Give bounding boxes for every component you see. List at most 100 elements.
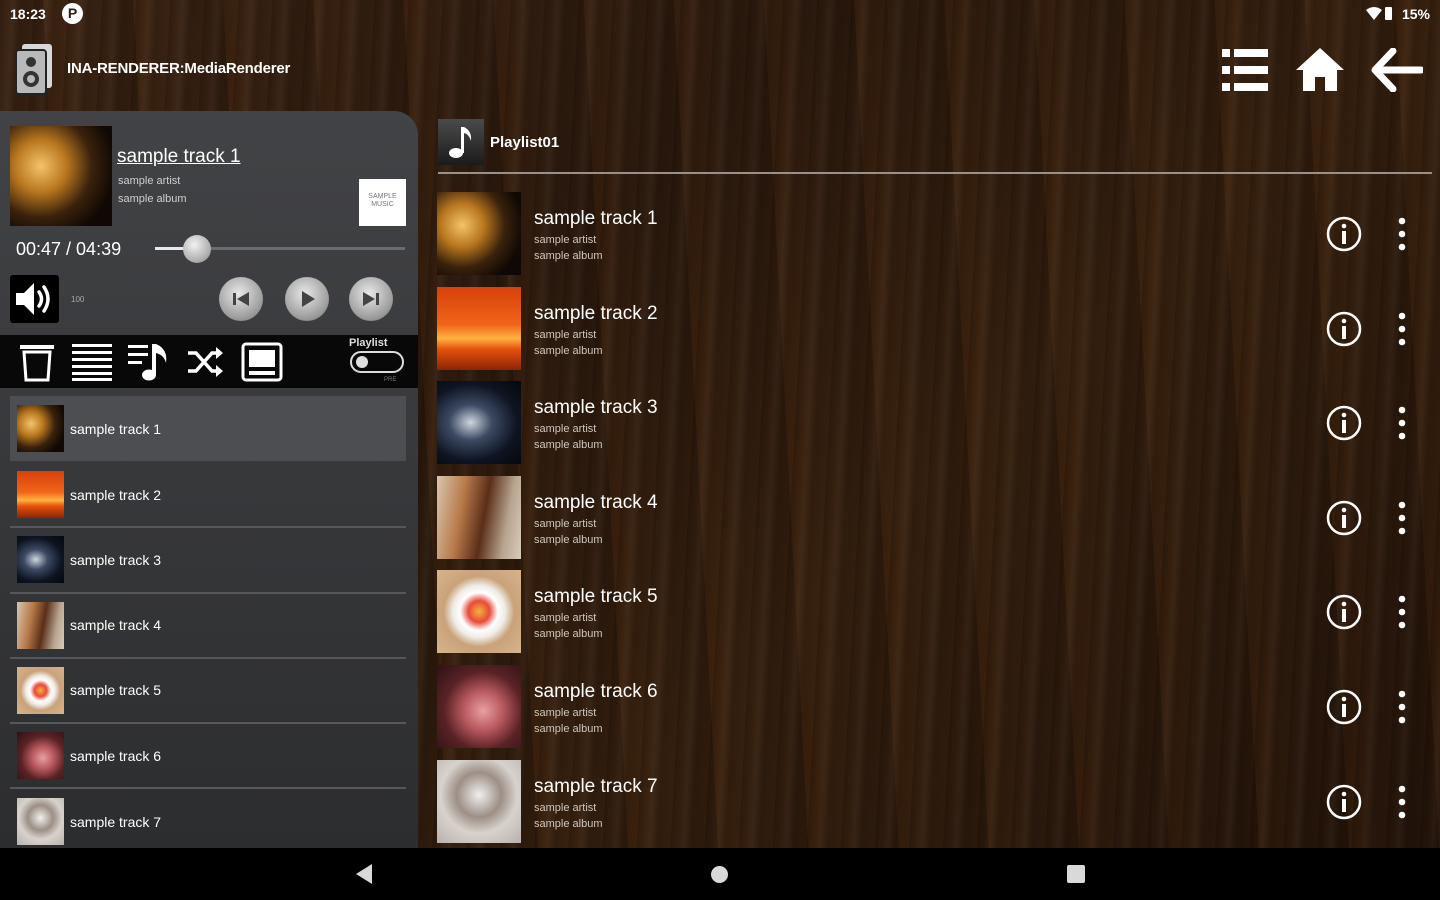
music-note-icon [449, 127, 472, 158]
queue-item[interactable]: sample track 7 [10, 789, 406, 854]
playlist-name: Playlist01 [490, 134, 560, 151]
track-row[interactable]: sample track 2 sample artist sample albu… [437, 286, 1437, 382]
more-vert-icon[interactable] [1392, 500, 1412, 536]
track-thumbnail [437, 570, 521, 654]
track-title: sample track 1 [534, 208, 658, 229]
queue-item[interactable]: sample track 1 [10, 396, 406, 462]
track-artist: sample artist [534, 234, 597, 246]
info-icon[interactable] [1326, 784, 1362, 820]
playlist-icon [438, 119, 484, 165]
track-album: sample album [534, 628, 603, 641]
track-album: sample album [534, 439, 603, 452]
track-album: sample album [534, 817, 603, 830]
nav-back-icon[interactable] [354, 863, 374, 885]
trash-icon[interactable] [18, 342, 56, 382]
track-row[interactable]: sample track 3 sample artist sample albu… [437, 381, 1437, 476]
play-button[interactable] [285, 277, 329, 321]
queue-item-label: sample track 2 [70, 486, 162, 503]
playlist-tracks: sample track 1 sample artist sample albu… [437, 192, 1437, 854]
track-row[interactable]: sample track 5 sample artist sample albu… [437, 570, 1437, 665]
play-icon [302, 291, 315, 307]
track-title: sample track 2 [534, 302, 658, 324]
next-icon [363, 292, 379, 306]
wifi-icon [1366, 7, 1382, 20]
queue-item-label: sample track 6 [70, 747, 162, 764]
track-artist: sample artist [534, 423, 597, 436]
info-icon[interactable] [1326, 689, 1362, 725]
now-playing-album: sample album [118, 193, 187, 205]
track-album: sample album [534, 250, 603, 262]
track-artist: sample artist [534, 706, 597, 719]
track-thumbnail [437, 475, 521, 559]
track-artist: sample artist [534, 801, 597, 814]
queue-item[interactable]: sample track 4 [10, 594, 406, 659]
info-icon[interactable] [1326, 500, 1362, 536]
speaker-icon[interactable] [14, 42, 54, 96]
track-row[interactable]: sample track 7 sample artist sample albu… [437, 759, 1437, 855]
now-playing-album-art[interactable] [10, 126, 112, 226]
more-vert-icon[interactable] [1392, 689, 1412, 725]
info-icon[interactable] [1326, 405, 1362, 441]
back-arrow-icon[interactable] [1371, 48, 1423, 92]
track-title: sample track 6 [534, 680, 658, 702]
now-playing-artist: sample artist [118, 175, 181, 187]
music-badge: SAMPLE MUSIC [359, 179, 406, 226]
now-playing-title[interactable]: sample track 1 [117, 146, 241, 168]
status-bar [0, 0, 1440, 28]
queue-item[interactable]: sample track 6 [10, 724, 406, 790]
play-queue: sample track 1 sample track 2 sample tra… [10, 396, 406, 854]
info-icon[interactable] [1326, 594, 1362, 630]
more-vert-icon[interactable] [1392, 311, 1412, 347]
more-vert-icon[interactable] [1392, 405, 1412, 441]
queue-item-thumbnail [17, 471, 64, 519]
renderer-name[interactable]: INA-RENDERER:MediaRenderer [67, 60, 290, 77]
track-row[interactable]: sample track 6 sample artist sample albu… [437, 664, 1437, 760]
track-artist: sample artist [534, 328, 597, 341]
track-row[interactable]: sample track 1 sample artist sample albu… [437, 192, 1437, 287]
queue-item[interactable]: sample track 2 [10, 463, 406, 529]
nav-recents-icon[interactable] [1067, 865, 1085, 883]
previous-icon [233, 292, 249, 306]
playlist-toggle-label: Playlist [349, 337, 388, 349]
queue-item-thumbnail [17, 732, 64, 780]
list-icon[interactable] [1222, 48, 1268, 92]
queue-list-icon[interactable] [72, 343, 112, 381]
queue-item[interactable]: sample track 3 [10, 528, 406, 594]
battery-icon [1385, 7, 1392, 20]
queue-item-label: sample track 7 [70, 813, 162, 830]
queue-item-label: sample track 3 [70, 551, 162, 568]
battery-level: 15% [1401, 6, 1430, 22]
volume-button[interactable] [10, 275, 59, 323]
more-vert-icon[interactable] [1392, 216, 1412, 252]
queue-item[interactable]: sample track 5 [10, 659, 406, 724]
track-artist: sample artist [534, 612, 597, 625]
nav-home-icon[interactable] [711, 866, 728, 883]
playlist-divider [438, 172, 1432, 174]
queue-item-thumbnail [17, 405, 64, 453]
track-thumbnail [437, 664, 521, 748]
previous-button[interactable] [219, 277, 263, 321]
shuffle-icon[interactable] [186, 344, 224, 380]
queue-item-thumbnail [17, 601, 64, 649]
track-thumbnail [437, 381, 521, 465]
queue-item-label: sample track 5 [70, 682, 162, 699]
track-album: sample album [534, 344, 603, 357]
next-button[interactable] [349, 277, 393, 321]
track-row[interactable]: sample track 4 sample artist sample albu… [437, 475, 1437, 571]
playlist-toggle-sub: PRE [384, 377, 397, 383]
track-thumbnail [437, 759, 521, 843]
screen-icon[interactable] [241, 342, 283, 382]
playlist-toggle-knob [356, 356, 368, 368]
queue-item-label: sample track 4 [70, 617, 162, 634]
more-vert-icon[interactable] [1392, 784, 1412, 820]
more-vert-icon[interactable] [1392, 594, 1412, 630]
info-icon[interactable] [1326, 216, 1362, 252]
track-title: sample track 4 [534, 491, 658, 513]
seek-thumb[interactable] [183, 235, 211, 263]
track-title: sample track 7 [534, 775, 658, 797]
track-title: sample track 5 [534, 586, 658, 608]
home-icon[interactable] [1294, 46, 1346, 92]
info-icon[interactable] [1326, 311, 1362, 347]
track-title: sample track 3 [534, 397, 658, 419]
add-to-playlist-icon[interactable] [128, 341, 172, 383]
